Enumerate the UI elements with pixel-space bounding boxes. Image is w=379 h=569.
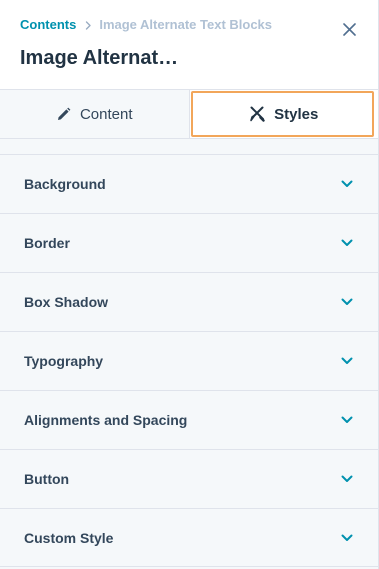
chevron-down-icon[interactable]	[340, 236, 354, 250]
breadcrumb: Contents Image Alternate Text Blocks	[20, 17, 358, 33]
section-label: Border	[24, 235, 70, 251]
pencil-icon	[56, 107, 71, 122]
style-sections-list: Background Border Box Shadow Typography …	[0, 139, 378, 569]
section-label: Alignments and Spacing	[24, 412, 188, 428]
breadcrumb-current: Image Alternate Text Blocks	[99, 17, 273, 32]
tab-content-label: Content	[79, 105, 133, 123]
section-box-shadow[interactable]: Box Shadow	[0, 272, 378, 331]
section-label: Background	[24, 176, 106, 192]
tab-styles[interactable]: Styles	[189, 90, 378, 138]
breadcrumb-chevron-right-icon	[85, 20, 92, 30]
section-button[interactable]: Button	[0, 449, 378, 508]
chevron-down-icon[interactable]	[340, 413, 354, 427]
section-label: Box Shadow	[24, 294, 109, 310]
section-label: Typography	[24, 353, 104, 369]
chevron-down-icon[interactable]	[340, 531, 354, 545]
section-label: Button	[24, 471, 70, 487]
chevron-down-icon[interactable]	[340, 295, 354, 309]
chevron-down-icon[interactable]	[340, 472, 354, 486]
section-border[interactable]: Border	[0, 213, 378, 272]
chevron-down-icon[interactable]	[340, 177, 354, 191]
styles-icon	[249, 106, 265, 122]
section-background[interactable]: Background	[0, 154, 378, 213]
tab-styles-label: Styles	[274, 105, 319, 123]
section-alignments-and-spacing[interactable]: Alignments and Spacing	[0, 390, 378, 449]
chevron-down-icon[interactable]	[340, 354, 354, 368]
page-title: Image Alternat…	[20, 47, 179, 69]
tab-content[interactable]: Content	[0, 90, 190, 138]
editor-sidebar-panel: Contents Image Alternate Text Blocks Ima…	[0, 0, 379, 569]
section-typography[interactable]: Typography	[0, 331, 378, 390]
panel-header: Contents Image Alternate Text Blocks Ima…	[0, 0, 378, 90]
close-icon[interactable]	[340, 20, 358, 38]
section-custom-style[interactable]: Custom Style	[0, 508, 378, 567]
tab-bar: Content Styles	[0, 90, 378, 139]
section-label: Custom Style	[24, 529, 114, 546]
breadcrumb-contents-link[interactable]: Contents	[20, 17, 76, 33]
